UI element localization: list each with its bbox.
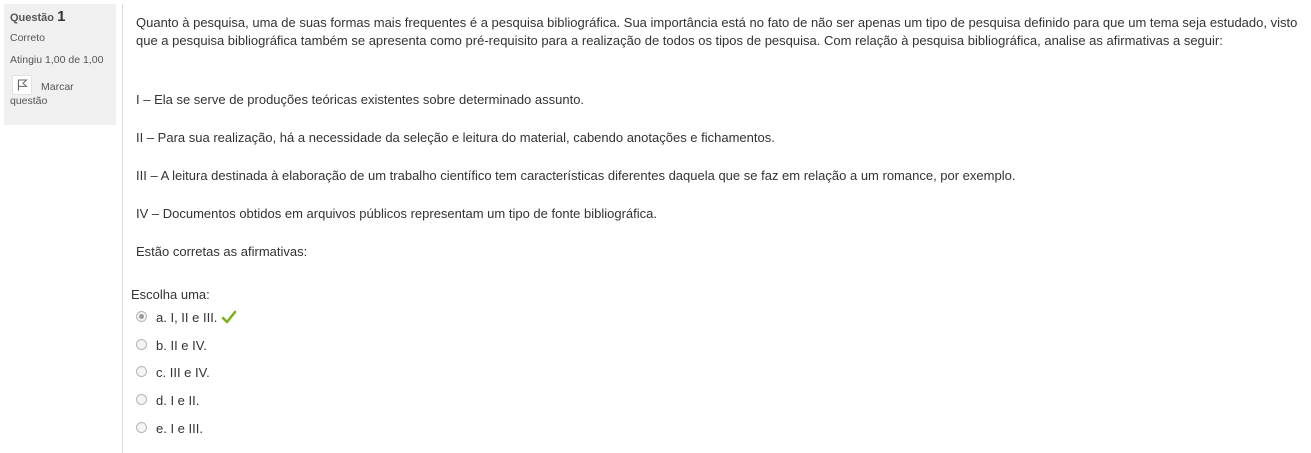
question-content: Quanto à pesquisa, uma de suas formas ma… bbox=[122, 4, 1307, 453]
question-number: 1 bbox=[57, 8, 66, 25]
flag-icon[interactable] bbox=[12, 75, 32, 95]
choose-one-label: Escolha uma: bbox=[131, 287, 210, 302]
radio-button[interactable] bbox=[136, 422, 147, 433]
radio-button[interactable] bbox=[136, 366, 147, 377]
statement-item: II – Para sua realização, há a necessida… bbox=[136, 130, 775, 145]
answer-option-label[interactable]: d. I e II. bbox=[156, 393, 199, 408]
radio-button[interactable] bbox=[136, 339, 147, 350]
question-prompt: Estão corretas as afirmativas: bbox=[136, 244, 308, 259]
question-info-panel: Questão 1 Correto Atingiu 1,00 de 1,00 M… bbox=[4, 4, 116, 125]
flag-question-label-line2[interactable]: questão bbox=[10, 95, 110, 108]
radio-button[interactable] bbox=[136, 311, 147, 322]
question-intro: Quanto à pesquisa, uma de suas formas ma… bbox=[136, 15, 1298, 48]
answer-option-e[interactable]: e. I e III. bbox=[136, 421, 203, 439]
question-number-heading: Questão 1 bbox=[10, 9, 110, 26]
answer-option-label[interactable]: e. I e III. bbox=[156, 421, 203, 436]
answer-option-d[interactable]: d. I e II. bbox=[136, 393, 199, 411]
checkmark-icon bbox=[221, 309, 237, 328]
flag-question-label[interactable]: Marcar bbox=[41, 81, 74, 94]
answer-option-b[interactable]: b. II e IV. bbox=[136, 338, 207, 356]
answer-option-c[interactable]: c. III e IV. bbox=[136, 365, 210, 383]
question-label: Questão bbox=[10, 12, 55, 24]
answer-option-label[interactable]: a. I, II e III. bbox=[156, 310, 217, 325]
question-grade: Atingiu 1,00 de 1,00 bbox=[10, 54, 104, 66]
answer-option-a[interactable]: a. I, II e III. bbox=[136, 310, 237, 328]
statement-item: III – A leitura destinada à elaboração d… bbox=[136, 168, 1016, 183]
question-state: Correto bbox=[10, 32, 46, 44]
answer-option-label[interactable]: c. III e IV. bbox=[156, 365, 210, 380]
statement-item: IV – Documentos obtidos em arquivos públ… bbox=[136, 206, 658, 221]
question-page: Questão 1 Correto Atingiu 1,00 de 1,00 M… bbox=[0, 0, 1311, 453]
answer-option-label[interactable]: b. II e IV. bbox=[156, 338, 207, 353]
radio-button[interactable] bbox=[136, 394, 147, 405]
statement-item: I – Ela se serve de produções teóricas e… bbox=[136, 92, 585, 107]
flag-question-button[interactable]: Marcar questão bbox=[10, 75, 110, 108]
